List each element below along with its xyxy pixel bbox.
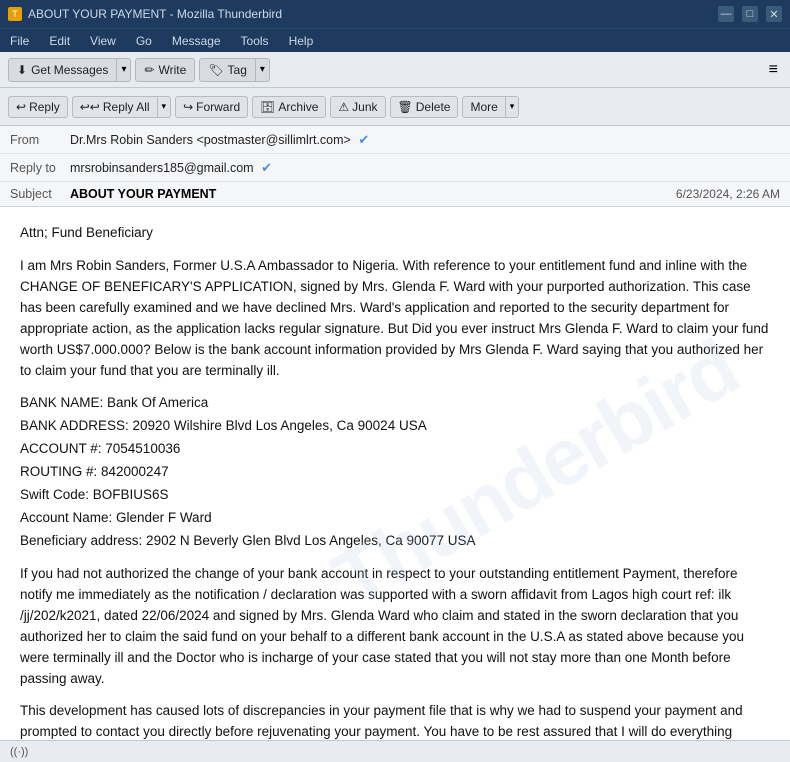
menu-edit[interactable]: Edit: [45, 32, 74, 50]
menu-message[interactable]: Message: [168, 32, 225, 50]
more-group: More ▾: [462, 96, 519, 118]
window-controls: — □ ✕: [718, 6, 782, 22]
paragraph-3: This development has caused lots of disc…: [20, 701, 770, 740]
menu-help[interactable]: Help: [285, 32, 318, 50]
window-title: ABOUT YOUR PAYMENT - Mozilla Thunderbird: [28, 7, 282, 21]
junk-label: Junk: [352, 100, 377, 114]
minimize-button[interactable]: —: [718, 6, 734, 22]
reply-all-dropdown[interactable]: ▾: [158, 96, 172, 118]
bank-address: BANK ADDRESS: 20920 Wilshire Blvd Los An…: [20, 416, 770, 437]
routing-number: ROUTING #: 842000247: [20, 462, 770, 483]
tag-group: 🏷 Tag ▾: [199, 58, 270, 82]
beneficiary-address: Beneficiary address: 2902 N Beverly Glen…: [20, 531, 770, 552]
delete-label: Delete: [416, 100, 451, 114]
delete-button[interactable]: 🗑 Delete: [390, 96, 459, 118]
reply-all-group: ↩↩ Reply All ▾: [72, 96, 171, 118]
write-label: Write: [159, 63, 187, 77]
write-button[interactable]: ✏ Write: [135, 58, 195, 82]
paragraph-2: If you had not authorized the change of …: [20, 564, 770, 690]
reply-to-row: Reply to mrsrobinsanders185@gmail.com ✔: [0, 154, 790, 182]
tag-label: Tag: [228, 63, 247, 77]
forward-button[interactable]: ↪ Forward: [175, 96, 248, 118]
more-button[interactable]: More: [462, 96, 505, 118]
tag-button[interactable]: 🏷 Tag: [199, 58, 256, 82]
maximize-button[interactable]: □: [742, 6, 758, 22]
from-value: Dr.Mrs Robin Sanders <postmaster@silliml…: [70, 132, 780, 148]
reply-label: Reply: [29, 100, 60, 114]
email-action-toolbar: ↩ Reply ↩↩ Reply All ▾ ↪ Forward 🗄 Archi…: [0, 88, 790, 126]
get-messages-label: Get Messages: [31, 63, 108, 77]
app-icon: T: [8, 7, 22, 21]
junk-icon: ⚠: [338, 100, 349, 114]
reply-to-label: Reply to: [10, 161, 70, 175]
archive-icon: 🗄: [260, 100, 275, 114]
reply-icon: ↩: [16, 100, 26, 114]
tag-dropdown[interactable]: ▾: [256, 58, 270, 82]
email-date: 6/23/2024, 2:26 AM: [676, 187, 780, 201]
status-bar: ((·)): [0, 740, 790, 762]
menu-bar: File Edit View Go Message Tools Help: [0, 28, 790, 52]
archive-label: Archive: [278, 100, 318, 114]
forward-icon: ↪: [183, 100, 193, 114]
write-icon: ✏: [144, 63, 154, 77]
archive-button[interactable]: 🗄 Archive: [252, 96, 326, 118]
junk-button[interactable]: ⚠ Junk: [330, 96, 385, 118]
get-messages-group: ⬇ Get Messages ▾: [8, 58, 131, 82]
reply-to-verified-icon: ✔: [261, 160, 272, 175]
subject-text: ABOUT YOUR PAYMENT: [70, 187, 676, 201]
account-number: ACCOUNT #: 7054510036: [20, 439, 770, 460]
swift-code: Swift Code: BOFBIUS6S: [20, 485, 770, 506]
hamburger-menu[interactable]: ≡: [765, 59, 782, 81]
menu-go[interactable]: Go: [132, 32, 156, 50]
bank-info: BANK NAME: Bank Of America BANK ADDRESS:…: [20, 393, 770, 551]
email-header: From Dr.Mrs Robin Sanders <postmaster@si…: [0, 126, 790, 207]
delete-icon: 🗑: [398, 100, 413, 114]
more-dropdown[interactable]: ▾: [506, 96, 520, 118]
more-label: More: [470, 100, 497, 114]
sender-name: Dr.Mrs Robin Sanders: [70, 133, 193, 147]
menu-tools[interactable]: Tools: [237, 32, 273, 50]
main-toolbar: ⬇ Get Messages ▾ ✏ Write 🏷 Tag ▾ ≡: [0, 52, 790, 88]
close-button[interactable]: ✕: [766, 6, 782, 22]
sender-email: <postmaster@sillimlrt.com>: [196, 133, 350, 147]
subject-row: Subject ABOUT YOUR PAYMENT 6/23/2024, 2:…: [0, 182, 790, 206]
greeting: Attn; Fund Beneficiary: [20, 223, 770, 244]
verified-icon: ✔: [358, 132, 369, 147]
paragraph-1: I am Mrs Robin Sanders, Former U.S.A Amb…: [20, 256, 770, 382]
reply-all-button[interactable]: ↩↩ Reply All: [72, 96, 158, 118]
reply-to-email: mrsrobinsanders185@gmail.com: [70, 161, 254, 175]
email-body: Thunderbird Attn; Fund Beneficiary I am …: [0, 207, 790, 740]
menu-view[interactable]: View: [86, 32, 120, 50]
forward-label: Forward: [196, 100, 240, 114]
account-name: Account Name: Glender F Ward: [20, 508, 770, 529]
menu-file[interactable]: File: [6, 32, 33, 50]
reply-all-icon: ↩↩: [80, 100, 100, 114]
title-bar: T ABOUT YOUR PAYMENT - Mozilla Thunderbi…: [0, 0, 790, 28]
get-messages-button[interactable]: ⬇ Get Messages: [8, 58, 117, 82]
from-label: From: [10, 133, 70, 147]
reply-to-value: mrsrobinsanders185@gmail.com ✔: [70, 160, 780, 176]
get-messages-icon: ⬇: [17, 63, 27, 77]
get-messages-dropdown[interactable]: ▾: [117, 58, 131, 82]
tag-icon: 🏷: [208, 63, 223, 77]
subject-label: Subject: [10, 187, 70, 201]
from-row: From Dr.Mrs Robin Sanders <postmaster@si…: [0, 126, 790, 154]
reply-button[interactable]: ↩ Reply: [8, 96, 68, 118]
wifi-icon: ((·)): [10, 746, 28, 758]
title-bar-left: T ABOUT YOUR PAYMENT - Mozilla Thunderbi…: [8, 7, 282, 21]
reply-all-label: Reply All: [103, 100, 150, 114]
bank-name: BANK NAME: Bank Of America: [20, 393, 770, 414]
